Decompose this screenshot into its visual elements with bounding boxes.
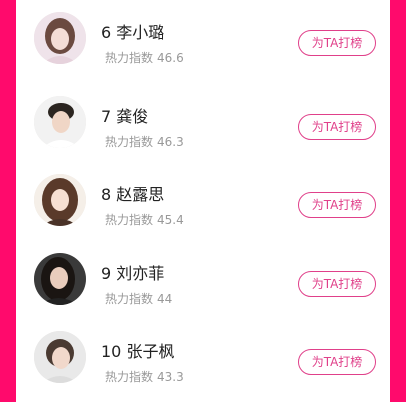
ranking-panel: 6 李小璐 热力指数 46.6 为TA打榜 7 龚俊 热力指数 46.3 为TA打榜 bbox=[16, 0, 390, 402]
heat-index: 热力指数 43.3 bbox=[105, 369, 184, 385]
celebrity-name: 10 张子枫 bbox=[101, 342, 175, 361]
celebrity-name: 9 刘亦菲 bbox=[101, 264, 165, 283]
heat-label: 热力指数 bbox=[105, 292, 154, 306]
celebrity-name: 8 赵露思 bbox=[101, 185, 165, 204]
ranking-row: 6 李小璐 热力指数 46.6 为TA打榜 bbox=[16, 0, 390, 77]
avatar[interactable] bbox=[34, 253, 86, 305]
vote-button[interactable]: 为TA打榜 bbox=[298, 271, 376, 297]
heat-label: 热力指数 bbox=[105, 370, 154, 384]
heat-index: 热力指数 44 bbox=[105, 291, 172, 307]
heat-label: 热力指数 bbox=[105, 135, 154, 149]
celebrity-name: 7 龚俊 bbox=[101, 107, 149, 126]
avatar[interactable] bbox=[34, 174, 86, 226]
avatar-photo-icon bbox=[34, 12, 86, 64]
heat-value: 46.6 bbox=[157, 51, 184, 65]
heat-label: 热力指数 bbox=[105, 213, 154, 227]
avatar[interactable] bbox=[34, 12, 86, 64]
heat-index: 热力指数 46.3 bbox=[105, 134, 184, 150]
avatar-photo-icon bbox=[34, 174, 86, 226]
avatar[interactable] bbox=[34, 331, 86, 383]
ranking-row: 7 龚俊 热力指数 46.3 为TA打榜 bbox=[16, 83, 390, 161]
vote-button[interactable]: 为TA打榜 bbox=[298, 349, 376, 375]
vote-button[interactable]: 为TA打榜 bbox=[298, 114, 376, 140]
heat-index: 热力指数 45.4 bbox=[105, 212, 184, 228]
avatar-photo-icon bbox=[34, 253, 86, 305]
heat-value: 43.3 bbox=[157, 370, 184, 384]
avatar-photo-icon bbox=[34, 331, 86, 383]
heat-value: 45.4 bbox=[157, 213, 184, 227]
heat-label: 热力指数 bbox=[105, 51, 154, 65]
ranking-row: 9 刘亦菲 热力指数 44 为TA打榜 bbox=[16, 240, 390, 318]
ranking-row: 8 赵露思 热力指数 45.4 为TA打榜 bbox=[16, 161, 390, 239]
ranking-row: 10 张子枫 热力指数 43.3 为TA打榜 bbox=[16, 318, 390, 396]
heat-value: 46.3 bbox=[157, 135, 184, 149]
vote-button[interactable]: 为TA打榜 bbox=[298, 30, 376, 56]
heat-value: 44 bbox=[157, 292, 173, 306]
heat-index: 热力指数 46.6 bbox=[105, 50, 184, 66]
celebrity-name: 6 李小璐 bbox=[101, 23, 165, 42]
avatar-photo-icon bbox=[34, 96, 86, 148]
avatar[interactable] bbox=[34, 96, 86, 148]
vote-button[interactable]: 为TA打榜 bbox=[298, 192, 376, 218]
